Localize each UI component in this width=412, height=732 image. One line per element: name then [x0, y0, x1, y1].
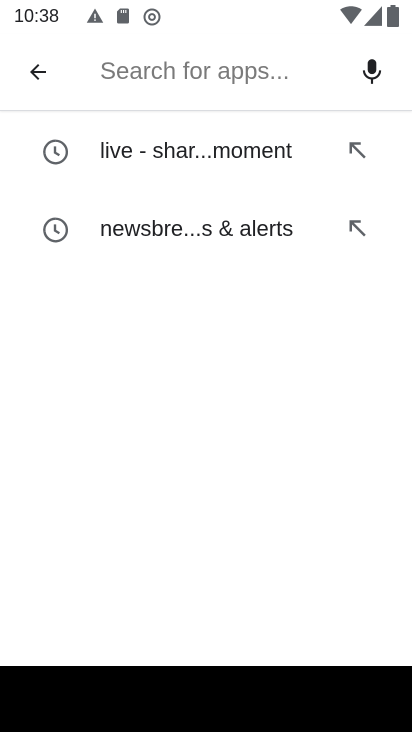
sd-card-icon	[114, 7, 132, 30]
voice-search-button[interactable]	[348, 48, 396, 96]
fill-query-arrow-icon[interactable]	[342, 214, 372, 244]
history-icon	[43, 139, 68, 165]
back-arrow-icon	[30, 64, 46, 80]
back-button[interactable]	[14, 48, 62, 96]
battery-icon	[387, 5, 399, 32]
system-nav-bar	[0, 666, 412, 732]
microphone-icon	[362, 59, 382, 84]
suggestion-label: live - shar...moment	[100, 138, 292, 163]
status-bar: 10:38	[0, 0, 412, 34]
suggestion-item[interactable]: newsbre...s & alerts	[0, 190, 412, 268]
suggestion-item[interactable]: live - shar...moment	[0, 112, 412, 190]
status-time: 10:38	[14, 6, 60, 26]
suggestion-list: live - shar...moment newsbre...s & alert…	[0, 112, 412, 268]
suggestion-label: newsbre...s & alerts	[100, 216, 294, 241]
search-input[interactable]	[100, 54, 340, 90]
alert-triangle-icon	[86, 7, 104, 30]
history-icon	[43, 217, 68, 243]
wifi-icon	[340, 6, 362, 31]
signal-icon	[364, 6, 382, 31]
search-bar	[0, 34, 412, 111]
at-sign-icon	[142, 7, 162, 32]
fill-query-arrow-icon[interactable]	[342, 136, 372, 166]
